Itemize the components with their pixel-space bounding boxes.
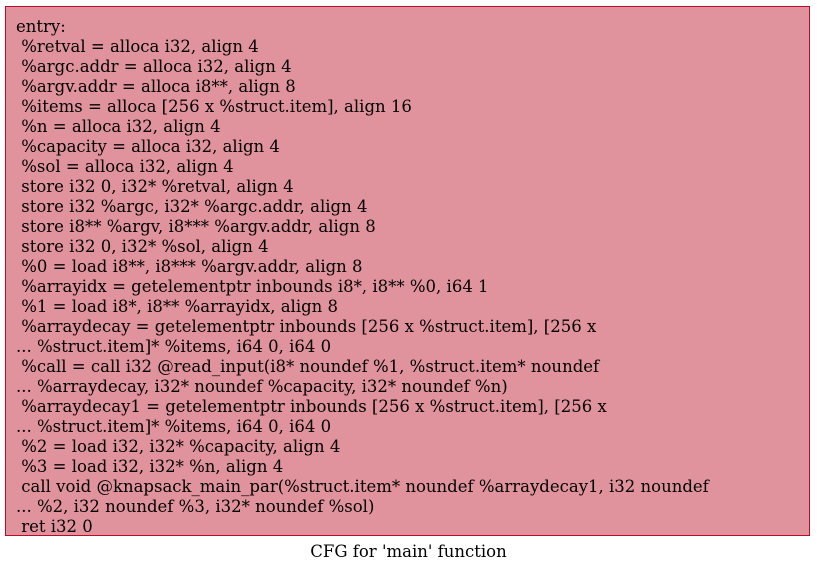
- instruction-list: entry: %retval = alloca i32, align 4 %ar…: [16, 17, 709, 537]
- instruction-line: store i32 0, i32* %sol, align 4: [16, 237, 269, 256]
- instruction-line: ret i32 0: [16, 517, 93, 536]
- instruction-line: %1 = load i8*, i8** %arrayidx, align 8: [16, 297, 339, 316]
- instruction-line: %2 = load i32, i32* %capacity, align 4: [16, 437, 341, 456]
- instruction-line: %n = alloca i32, align 4: [16, 117, 221, 136]
- instruction-line: %items = alloca [256 x %struct.item], al…: [16, 97, 412, 116]
- instruction-line: store i32 %argc, i32* %argc.addr, align …: [16, 197, 368, 216]
- instruction-line: %arraydecay1 = getelementptr inbounds [2…: [16, 397, 607, 416]
- instruction-line: %capacity = alloca i32, align 4: [16, 137, 280, 156]
- instruction-line: entry:: [16, 17, 66, 36]
- cfg-basic-block-entry: entry: %retval = alloca i32, align 4 %ar…: [5, 6, 810, 536]
- instruction-line: call void @knapsack_main_par(%struct.ite…: [16, 477, 709, 496]
- instruction-line: ... %2, i32 noundef %3, i32* noundef %so…: [16, 497, 375, 516]
- instruction-line: %sol = alloca i32, align 4: [16, 157, 234, 176]
- instruction-line: ... %struct.item]* %items, i64 0, i64 0: [16, 337, 332, 356]
- instruction-line: %arraydecay = getelementptr inbounds [25…: [16, 317, 597, 336]
- instruction-line: ... %struct.item]* %items, i64 0, i64 0: [16, 417, 332, 436]
- instruction-line: %0 = load i8**, i8*** %argv.addr, align …: [16, 257, 363, 276]
- instruction-line: %argc.addr = alloca i32, align 4: [16, 57, 292, 76]
- instruction-line: store i32 0, i32* %retval, align 4: [16, 177, 294, 196]
- instruction-line: %3 = load i32, i32* %n, align 4: [16, 457, 284, 476]
- instruction-line: store i8** %argv, i8*** %argv.addr, alig…: [16, 217, 376, 236]
- instruction-line: %call = call i32 @read_input(i8* noundef…: [16, 357, 600, 376]
- instruction-line: %arrayidx = getelementptr inbounds i8*, …: [16, 277, 489, 296]
- instruction-line: ... %arraydecay, i32* noundef %capacity,…: [16, 377, 508, 396]
- instruction-line: %retval = alloca i32, align 4: [16, 37, 259, 56]
- instruction-line: %argv.addr = alloca i8**, align 8: [16, 77, 296, 96]
- graph-caption: CFG for 'main' function: [310, 542, 507, 561]
